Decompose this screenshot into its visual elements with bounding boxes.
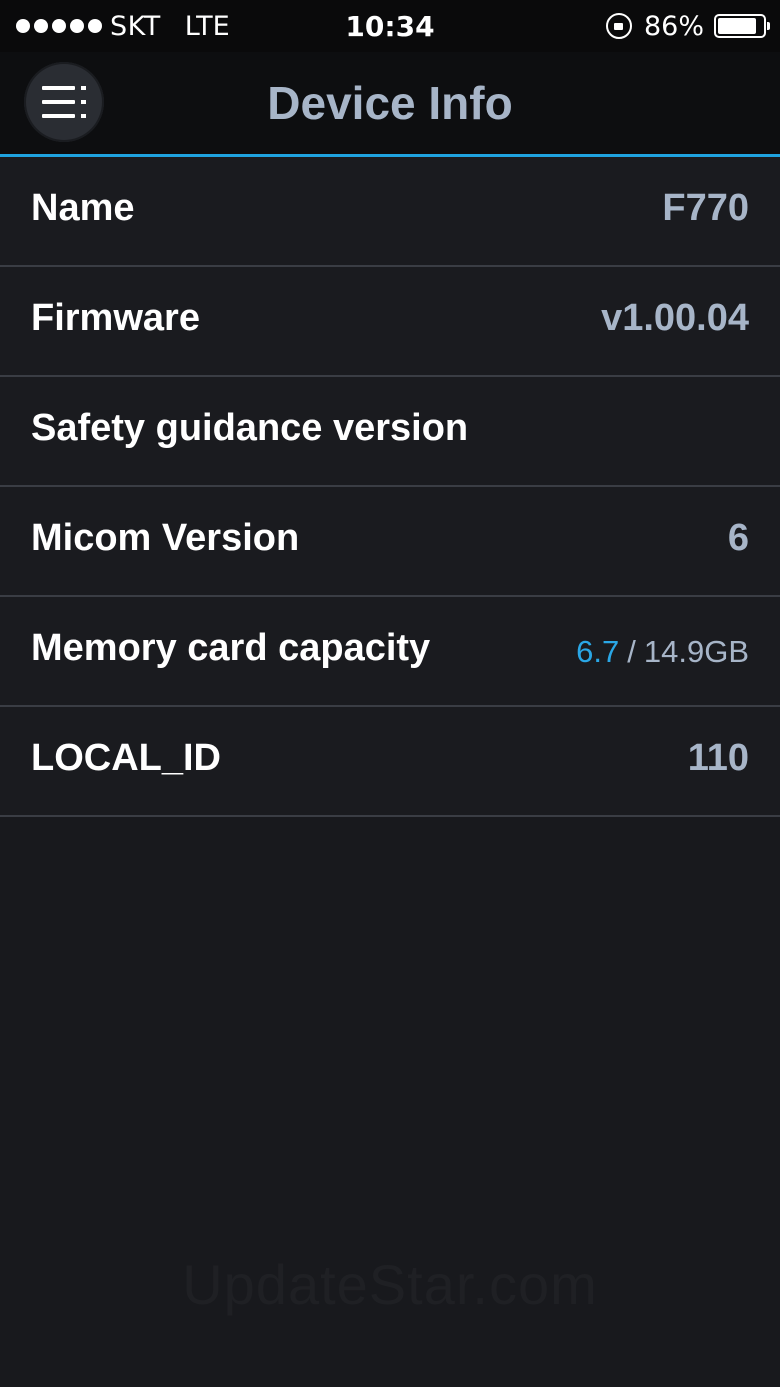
- capacity-separator: /: [627, 634, 636, 669]
- info-row-micom-version: Micom Version 6: [0, 487, 780, 597]
- info-row-firmware: Firmware v1.00.04: [0, 267, 780, 377]
- info-row-memory-card: Memory card capacity 6.7/14.9GB: [0, 597, 780, 707]
- row-label: LOCAL_ID: [31, 737, 221, 779]
- capacity-used: 6.7: [576, 634, 620, 669]
- capacity-total: 14.9GB: [643, 634, 749, 669]
- row-value: F770: [662, 187, 749, 229]
- capacity-value: 6.7/14.9GB: [576, 634, 749, 670]
- info-row-name: Name F770: [0, 157, 780, 267]
- status-right: 86%: [605, 10, 770, 42]
- row-label: Firmware: [31, 297, 200, 339]
- battery-icon: [714, 14, 770, 38]
- row-value: 6: [727, 517, 749, 559]
- info-row-safety-guidance: Safety guidance version: [0, 377, 780, 487]
- row-value: v1.00.04: [601, 297, 749, 339]
- row-label: Memory card capacity: [31, 627, 431, 669]
- info-row-local-id: LOCAL_ID 110: [0, 707, 780, 817]
- device-info-screen: SKT LTE 10:34 86% Device Info Name F770: [0, 0, 780, 1387]
- rotation-lock-icon: [605, 13, 632, 39]
- row-label: Name: [31, 187, 135, 229]
- page-title: Device Info: [267, 77, 513, 129]
- row-label: Micom Version: [31, 517, 300, 559]
- watermark: UpdateStar.com: [182, 1253, 598, 1316]
- row-label: Safety guidance version: [31, 407, 469, 449]
- battery-percent: 86%: [643, 10, 704, 42]
- row-value: 110: [687, 737, 749, 779]
- nav-header: Device Info: [0, 52, 780, 158]
- status-bar: SKT LTE 10:34 86%: [0, 0, 780, 52]
- device-info-list: Name F770 Firmware v1.00.04 Safety guida…: [0, 157, 780, 817]
